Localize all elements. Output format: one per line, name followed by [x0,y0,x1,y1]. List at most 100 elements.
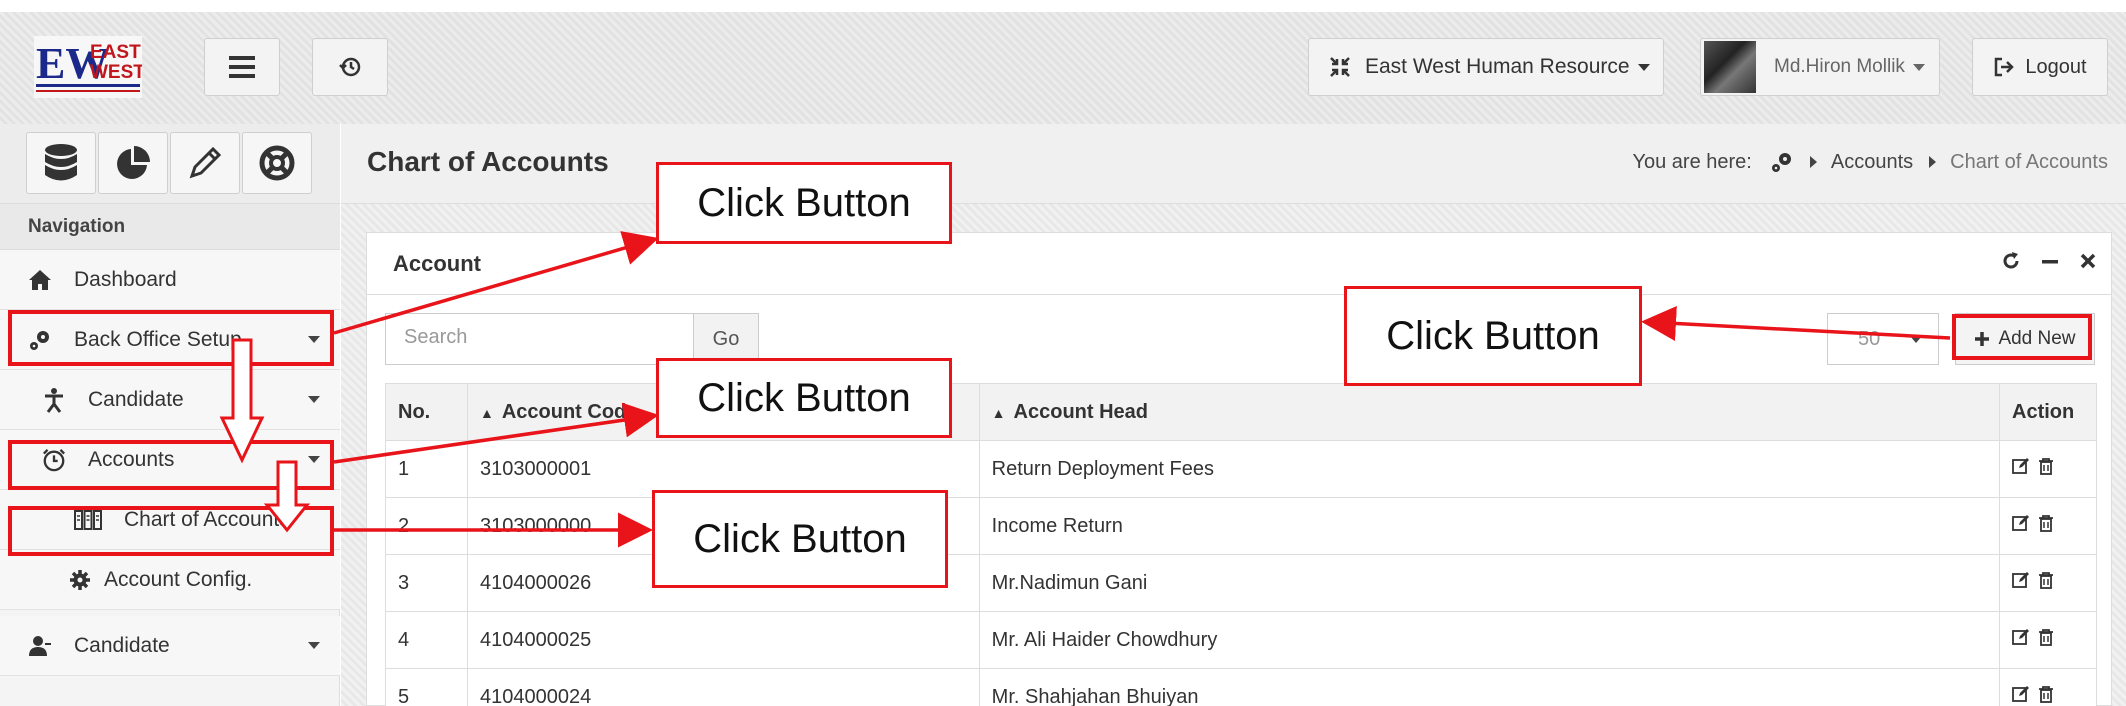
logout-button[interactable]: Logout [1972,38,2108,96]
callout-click-button: Click Button [656,162,952,244]
database-button[interactable] [26,132,96,194]
edit-icon[interactable] [2012,628,2030,646]
cell-action [1999,554,2097,612]
cell-account-code: 3103000001 [466,440,980,498]
callout-click-button: Click Button [1344,286,1642,386]
user-dropdown[interactable]: Md.Hiron Mollik [1700,38,1940,96]
search-input[interactable]: Search [385,313,695,365]
breadcrumb-accounts[interactable]: Accounts [1831,151,1913,174]
page-size-select[interactable]: 50 [1827,313,1939,365]
chevron-down-icon [1910,336,1922,343]
table-row: 1 3103000001 Return Deployment Fees [385,440,2097,498]
sidebar-item-label: Dashboard [74,267,177,291]
table-row: 3 4104000026 Mr.Nadimun Gani [385,554,2097,612]
sidebar-item-label: Candidate [74,633,170,657]
accounts-table: No. ▲︎ Account Code ▲︎ Account Head Action… [385,383,2097,706]
column-header-account-head[interactable]: ▲︎ Account Head [978,383,2001,441]
sort-icon: ▲︎ [479,404,494,421]
edit-icon[interactable] [2012,571,2030,589]
page-title: Chart of Accounts [367,146,609,177]
cell-no: 5 [385,668,468,706]
table-body: 1 3103000001 Return Deployment Fees 2 310300… [385,440,2097,706]
navigation-heading: Navigation [0,204,340,250]
pencil-icon [189,146,222,179]
sidebar-item-dashboard[interactable]: Dashboard [0,250,340,310]
trash-icon[interactable] [2038,514,2054,532]
organization-name: East West Human Resource [1365,55,1630,78]
breadcrumb: You are here: Accounts Chart of Accounts [1633,150,2109,174]
highlight-back-office-setup [8,310,334,366]
gear-icon [68,568,92,592]
sort-icon: ▲︎ [991,404,1006,421]
logout-label: Logout [2025,55,2087,78]
avatar [1704,41,1756,93]
breadcrumb-current: Chart of Accounts [1950,150,2108,173]
trash-icon[interactable] [2038,457,2054,475]
company-logo[interactable]: EW EAST WEST [34,36,145,98]
minimize-icon[interactable] [2041,251,2059,277]
history-icon [339,57,361,77]
trash-icon[interactable] [2038,628,2054,646]
table-header-row: No. ▲︎ Account Code ▲︎ Account Head Action [385,383,2097,441]
breadcrumb-prefix: You are here: [1632,150,1752,173]
support-button[interactable] [242,132,312,194]
svg-text:EAST: EAST [90,42,141,63]
callout-click-button: Click Button [652,490,948,588]
callout-click-button: Click Button [656,358,952,438]
sidebar-item-account-config[interactable]: Account Config. [0,550,340,610]
highlight-add-new [1952,314,2092,360]
edit-icon[interactable] [2012,685,2030,703]
column-header-label: Account Head [1013,400,1148,423]
table-row: 4 4104000025 Mr. Ali Haider Chowdhury [385,611,2097,669]
gears-icon[interactable] [1770,150,1794,174]
panel-title: Account [393,251,481,276]
cell-account-head: Mr. Shahjahan Bhuiyan [978,668,2001,706]
cell-account-head: Return Deployment Fees [978,440,2001,498]
column-header-action: Action [1999,383,2097,441]
quick-icon-row [0,124,340,204]
caret-right-icon [1809,156,1817,168]
edit-button[interactable] [170,132,240,194]
close-icon[interactable] [2079,251,2097,277]
cell-action [1999,611,2097,669]
panel-header: Account [367,233,2111,295]
page-size-value: 50 [1858,328,1881,350]
cell-no: 4 [385,611,468,669]
sidebar-item-label: Candidate [88,387,184,411]
panel-tools [2001,251,2097,277]
edit-icon[interactable] [2012,457,2030,475]
logout-icon [1995,57,2015,77]
cell-account-head: Income Return [978,497,2001,555]
highlight-chart-of-accounts [8,506,334,556]
cell-action [1999,440,2097,498]
table-row: 5 4104000024 Mr. Shahjahan Bhuiyan [385,668,2097,706]
cell-account-code: 4104000024 [466,668,980,706]
edit-icon[interactable] [2012,514,2030,532]
cell-account-head: Mr.Nadimun Gani [978,554,2001,612]
chevron-down-icon [308,396,320,403]
menu-toggle-button[interactable] [204,38,280,96]
chevron-down-icon [1637,63,1650,71]
cell-account-head: Mr. Ali Haider Chowdhury [978,611,2001,669]
sidebar-item-label: Account Config. [104,567,253,591]
column-header-no[interactable]: No. [385,383,468,441]
database-icon [45,144,77,181]
highlight-accounts [8,440,334,490]
sidebar-item-candidate[interactable]: Candidate [0,370,340,430]
cell-no: 2 [385,497,468,555]
sidebar-item-candidate-2[interactable]: Candidate [0,616,340,676]
home-icon [28,268,52,292]
trash-icon[interactable] [2038,571,2054,589]
trash-icon[interactable] [2038,685,2054,703]
history-button[interactable] [312,38,388,96]
cell-no: 3 [385,554,468,612]
pie-chart-icon [117,146,150,179]
refresh-icon[interactable] [2001,251,2021,277]
caret-right-icon [1929,156,1937,168]
life-ring-icon [259,145,295,181]
svg-text:WEST: WEST [90,62,142,83]
chart-button[interactable] [98,132,168,194]
hamburger-icon [229,56,255,78]
account-panel: Account Search Go 50 Add New No. ▲︎ Accou… [366,232,2112,706]
organization-dropdown[interactable]: East West Human Resource [1308,38,1664,96]
